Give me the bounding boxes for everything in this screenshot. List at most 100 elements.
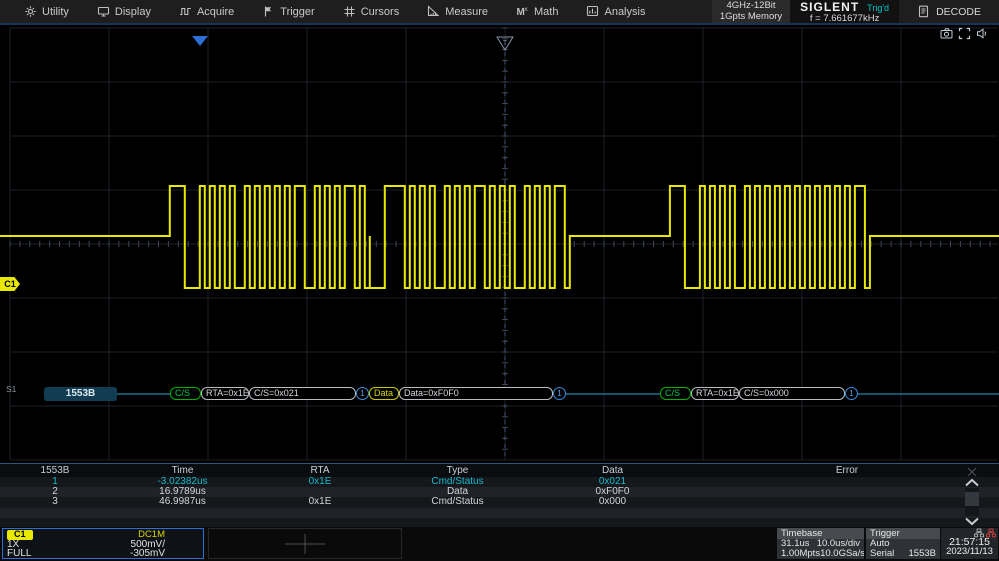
decode-segment: C/S=0x021 (249, 387, 356, 400)
clock-date: 2023/11/13 (941, 547, 998, 557)
column-header: Error (695, 464, 999, 477)
timebase-box[interactable]: Timebase 31.1us 10.0us/div 1.00Mpts 10.0… (777, 528, 864, 559)
bandwidth-label: 4GHz-12Bit (720, 1, 782, 12)
decode-segment: RTA=0x1E (691, 387, 739, 400)
measure-icon (427, 5, 440, 18)
decode-segment: 1 (553, 387, 566, 400)
menu-item-utility[interactable]: Utility (10, 0, 83, 23)
serial-bus-protocol-chip[interactable]: 1553B (44, 387, 117, 401)
cursors-icon (343, 5, 356, 18)
table-cell (695, 508, 999, 518)
menu-item-analysis[interactable]: Analysis (572, 0, 659, 23)
trigger-box[interactable]: Trigger Auto Serial 1553B (866, 528, 940, 559)
column-header: RTA (255, 464, 385, 477)
brand-status: SIGLENT Trig'd f = 7.661677kHz (790, 0, 899, 23)
table-cell (255, 487, 385, 497)
scrollbar-track[interactable] (965, 488, 979, 516)
table-row[interactable]: 346.9987us0x1ECmd/Status0x000 (0, 497, 999, 507)
table-cell: -3.02382us (110, 477, 255, 487)
fullscreen-icon[interactable] (958, 27, 971, 40)
decode-segment: RTA=0x1E (201, 387, 249, 400)
table-header-row: 1553BTimeRTATypeDataError (0, 464, 999, 477)
table-cell (530, 508, 695, 518)
menu-item-acquire[interactable]: Acquire (165, 0, 248, 23)
menu-item-label: Acquire (197, 6, 234, 18)
memory-label: 1Gpts Memory (720, 12, 782, 23)
channel-offset: -305mV (130, 549, 165, 559)
table-cell (255, 508, 385, 518)
grid-corner-tools (940, 27, 989, 40)
menu-item-display[interactable]: Display (83, 0, 165, 23)
menu-item-label: Measure (445, 6, 488, 18)
scrollbar-thumb[interactable] (965, 492, 979, 506)
column-header: 1553B (0, 464, 110, 477)
speaker-icon[interactable] (976, 27, 989, 40)
menu-item-math[interactable]: Mx Math (502, 0, 572, 23)
decode-segment: C/S (170, 387, 201, 400)
siglent-logo: SIGLENT (800, 0, 859, 14)
channel-bandwidth: FULL (7, 549, 31, 559)
add-channel-placeholder[interactable] (208, 528, 402, 559)
column-header: Time (110, 464, 255, 477)
table-cell: 0x000 (530, 497, 695, 507)
channel-1-box[interactable]: C1 DC1M 1X 500mV/ FULL -305mV (2, 528, 204, 559)
decode-segment: C/S=0x000 (739, 387, 845, 400)
bottom-status-bar: C1 DC1M 1X 500mV/ FULL -305mV Timebase 3… (0, 527, 999, 561)
table-cell: 46.9987us (110, 497, 255, 507)
table-cell: 0x021 (530, 477, 695, 487)
gear-icon (24, 5, 37, 18)
table-cell (695, 487, 999, 497)
trigger-status-badge: Trig'd (867, 3, 889, 13)
table-cell (385, 508, 530, 518)
acquisition-info[interactable]: 4GHz-12Bit 1Gpts Memory (712, 0, 790, 23)
trigger-frequency: f = 7.661677kHz (800, 14, 889, 24)
menu-item-label: Analysis (604, 6, 645, 18)
trigger-flag-icon (262, 5, 275, 18)
menu-item-measure[interactable]: Measure (413, 0, 502, 23)
table-cell (110, 508, 255, 518)
decode-segment: Data (369, 387, 399, 400)
table-scrollbar (961, 477, 983, 527)
menu-item-decode[interactable]: DECODE (899, 0, 999, 23)
trigger-type: Serial (870, 549, 894, 559)
table-row[interactable]: 216.9789usData0xF0F0 (0, 487, 999, 497)
menu-item-cursors[interactable]: Cursors (329, 0, 414, 23)
menu-bar: Utility Display Acquire Trigger Cursors Measu… (0, 0, 999, 23)
svg-text:x: x (525, 6, 529, 13)
decode-table: 1553BTimeRTATypeDataError1-3.02382us0x1E… (0, 463, 999, 527)
menu-item-trigger[interactable]: Trigger (248, 0, 328, 23)
timebase-points: 1.00Mpts (781, 549, 820, 559)
decode-list-icon (917, 5, 930, 18)
table-cell: 3 (0, 497, 110, 507)
menu-item-label: Cursors (361, 6, 400, 18)
decode-segment: 1 (356, 387, 369, 400)
menu-item-label: Trigger (280, 6, 314, 18)
table-cell: 0x1E (255, 477, 385, 487)
timebase-sample-rate: 10.0GSa/s (820, 549, 864, 559)
lan-error-icon (986, 528, 996, 538)
lan-icon (974, 528, 984, 538)
table-cell: Cmd/Status (385, 497, 530, 507)
table-cell (0, 508, 110, 518)
decode-label: DECODE (936, 6, 981, 18)
table-row[interactable]: 1-3.02382us0x1ECmd/Status0x021 (0, 477, 999, 487)
analysis-icon (586, 5, 599, 18)
table-cell: 16.9789us (110, 487, 255, 497)
close-table-icon[interactable] (964, 465, 980, 477)
math-icon: Mx (516, 5, 529, 18)
serial-bus-source: S1 (6, 384, 16, 394)
scroll-up-button[interactable] (963, 477, 981, 488)
menu-item-label: Math (534, 6, 558, 18)
camera-icon[interactable] (940, 27, 953, 40)
acquire-icon (179, 5, 192, 18)
table-cell (695, 477, 999, 487)
table-cell: Cmd/Status (385, 477, 530, 487)
menu-item-label: Display (115, 6, 151, 18)
decode-segment: 1 (845, 387, 858, 400)
table-cell (695, 497, 999, 507)
scroll-down-button[interactable] (963, 516, 981, 527)
decode-segment: Data=0xF0F0 (399, 387, 553, 400)
menu-right: 4GHz-12Bit 1Gpts Memory SIGLENT Trig'd f… (712, 0, 999, 23)
decode-segment: C/S (660, 387, 691, 400)
table-cell: 0x1E (255, 497, 385, 507)
